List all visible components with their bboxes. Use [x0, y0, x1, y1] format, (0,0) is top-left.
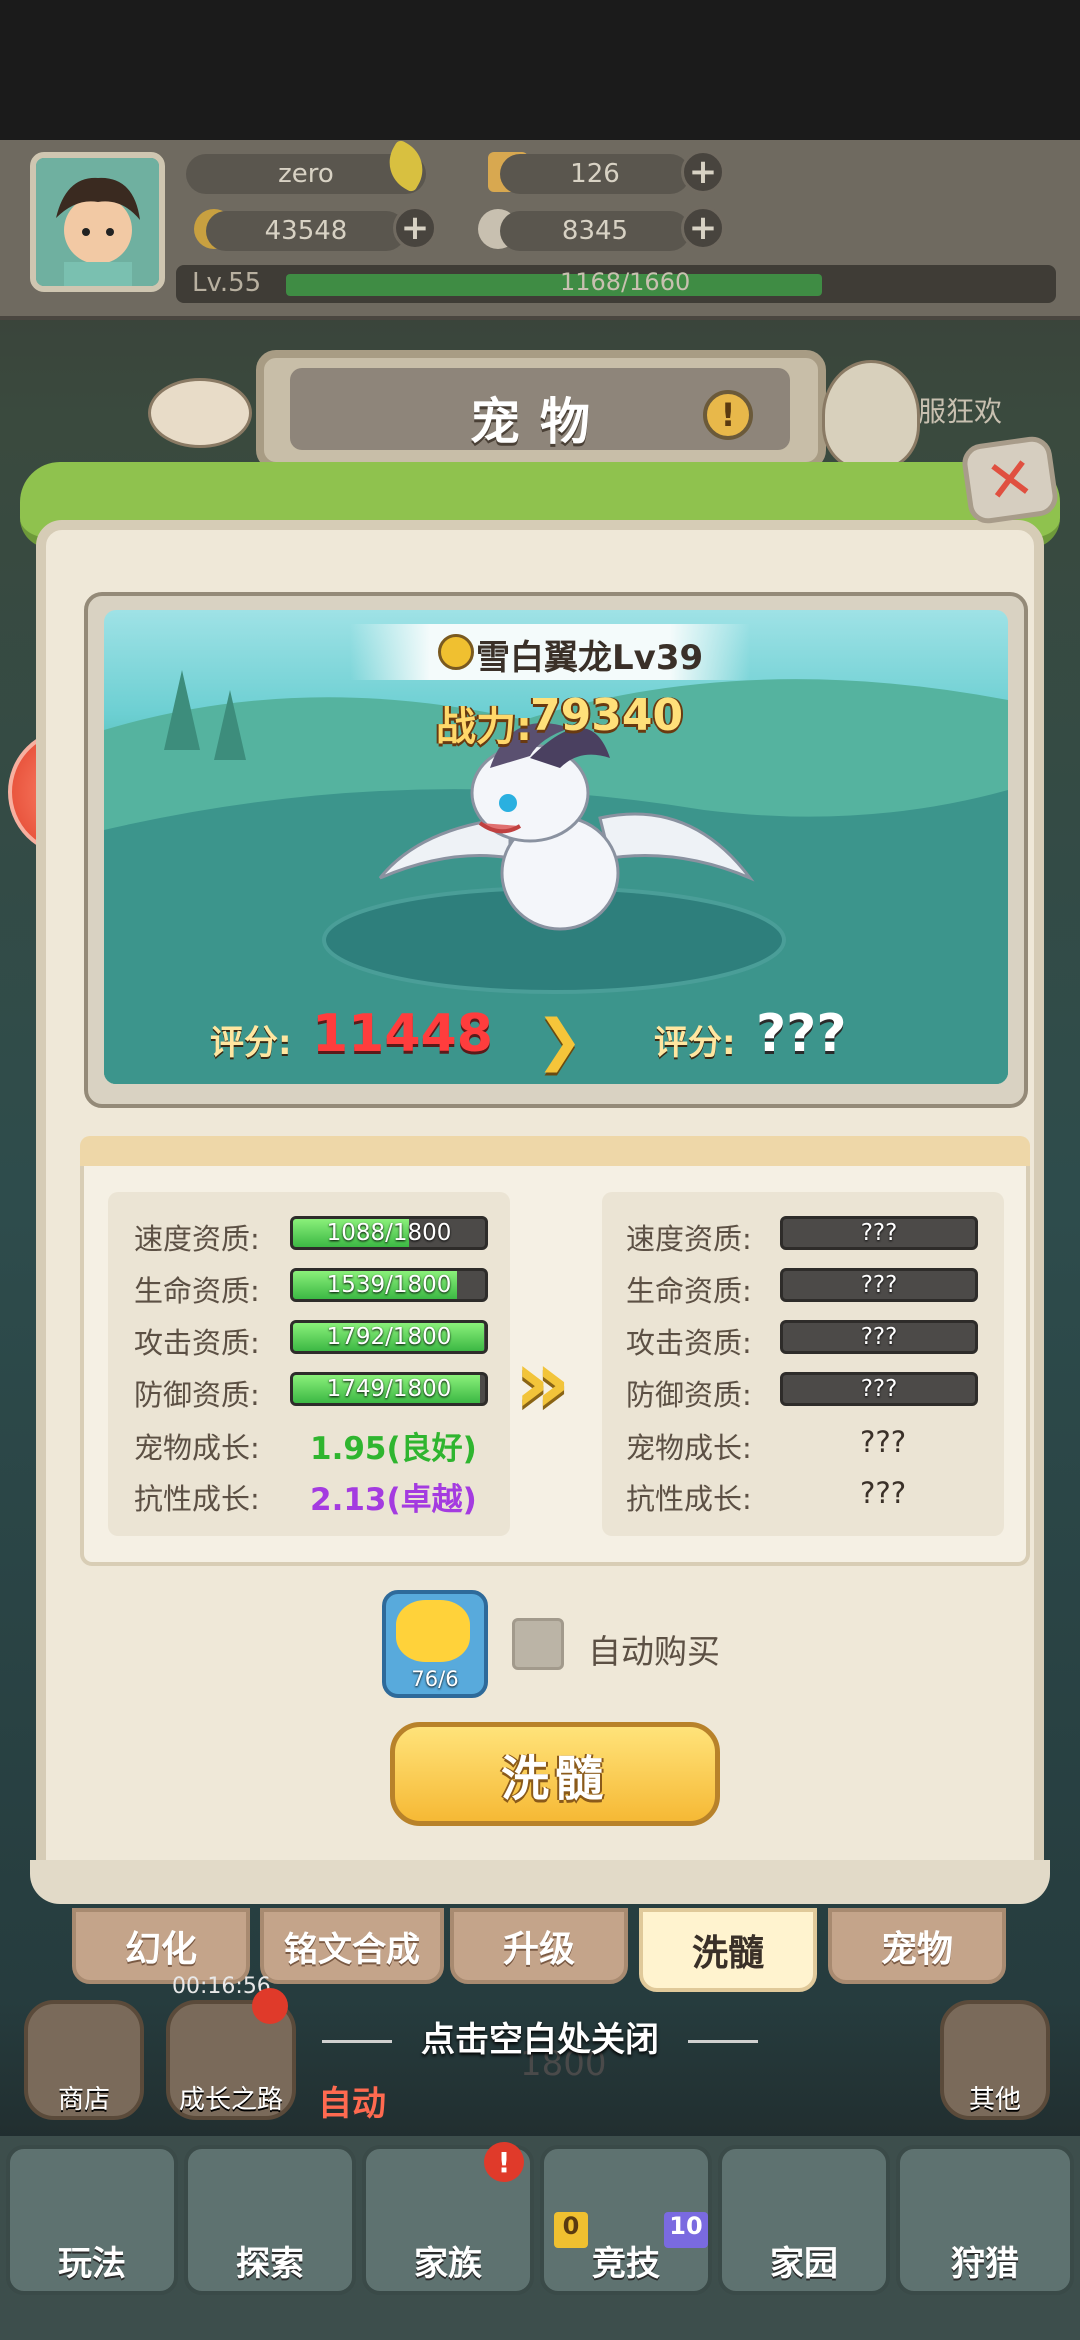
- next-pet-growth-label: 宠物成长:: [626, 1431, 752, 1465]
- item-count: 76/6: [411, 1667, 459, 1691]
- hp-aptitude-value: 1539/1800: [326, 1272, 452, 1298]
- next-resist-growth-label: 抗性成长:: [626, 1482, 752, 1516]
- tab-inscription[interactable]: 铭文合成: [260, 1908, 444, 1984]
- next-pet-growth-value: ???: [860, 1425, 907, 1459]
- family-alert-badge: !: [484, 2142, 524, 2182]
- stats-panel-header: [80, 1136, 1030, 1166]
- speed-aptitude-label: 速度资质:: [134, 1222, 260, 1256]
- score-arrow-icon: ❯: [536, 1008, 583, 1073]
- next-hp-aptitude-bar: ???: [780, 1268, 978, 1302]
- shell-count: 8345: [500, 211, 690, 251]
- ticket-count: 126: [500, 154, 690, 194]
- defense-aptitude-value: 1749/1800: [326, 1376, 452, 1402]
- next-attack-aptitude-bar: ???: [780, 1320, 978, 1354]
- tab-transform[interactable]: 幻化: [72, 1908, 250, 1984]
- exp-text: 1168/1660: [560, 268, 691, 296]
- tab-wash[interactable]: 洗髓: [639, 1908, 817, 1992]
- close-hint[interactable]: 点击空白处关闭: [300, 2012, 780, 2061]
- auto-buy-checkbox[interactable]: [512, 1618, 564, 1670]
- level-label: Lv.55: [192, 268, 262, 298]
- paw-icon: [438, 634, 474, 670]
- next-attack-aptitude-label: 攻击资质:: [626, 1326, 752, 1360]
- next-defense-aptitude-label: 防御资质:: [626, 1378, 752, 1412]
- tab-upgrade[interactable]: 升级: [450, 1908, 628, 1984]
- nav-home[interactable]: 家园: [718, 2145, 890, 2295]
- help-icon[interactable]: !: [703, 390, 753, 440]
- defense-aptitude-label: 防御资质:: [134, 1378, 260, 1412]
- resist-growth-label: 抗性成长:: [134, 1482, 260, 1516]
- resist-growth-value: 2.13(卓越): [310, 1482, 477, 1518]
- pet-name: 雪白翼龙Lv39: [476, 638, 704, 678]
- next-attack-aptitude-value: ???: [860, 1324, 898, 1350]
- next-speed-aptitude-label: 速度资质:: [626, 1222, 752, 1256]
- score-next-value: ???: [756, 1004, 847, 1064]
- modal-panel-bottom: [30, 1860, 1050, 1904]
- hp-aptitude-bar: 1539/1800: [290, 1268, 488, 1302]
- exp-bar-fill: [286, 274, 823, 296]
- next-hp-aptitude-label: 生命资质:: [626, 1274, 752, 1308]
- notification-dot: [252, 1988, 288, 2024]
- nav-play[interactable]: 玩法: [6, 2145, 178, 2295]
- hp-aptitude-label: 生命资质:: [134, 1274, 260, 1308]
- tab-pet[interactable]: 宠物: [828, 1908, 1006, 1984]
- next-defense-aptitude-bar: ???: [780, 1372, 978, 1406]
- nav-hunt[interactable]: 狩猎: [896, 2145, 1074, 2295]
- gold-count: 43548: [206, 211, 406, 251]
- power-label: 战力:: [436, 704, 532, 750]
- next-speed-aptitude-bar: ???: [780, 1216, 978, 1250]
- hint-line-right: [688, 2040, 758, 2043]
- attack-aptitude-bar: 1792/1800: [290, 1320, 488, 1354]
- add-gold-button[interactable]: +: [393, 206, 437, 250]
- wash-button[interactable]: 洗髓: [390, 1722, 720, 1826]
- speed-aptitude-value: 1088/1800: [326, 1220, 452, 1246]
- player-avatar[interactable]: [30, 152, 165, 292]
- add-ticket-button[interactable]: +: [681, 150, 725, 194]
- egg-mascot-icon: [822, 360, 920, 470]
- add-shell-button[interactable]: +: [681, 206, 725, 250]
- next-defense-aptitude-value: ???: [860, 1376, 898, 1402]
- defense-aptitude-bar: 1749/1800: [290, 1372, 488, 1406]
- attack-aptitude-value: 1792/1800: [326, 1324, 452, 1350]
- attack-aptitude-label: 攻击资质:: [134, 1326, 260, 1360]
- next-speed-aptitude-value: ???: [860, 1220, 898, 1246]
- nav-explore[interactable]: 探索: [184, 2145, 356, 2295]
- auto-buy-label[interactable]: 自动购买: [588, 1625, 720, 1673]
- close-icon[interactable]: ✕: [959, 434, 1061, 526]
- boar-mascot-icon: [148, 378, 252, 448]
- score-current-label: 评分:: [210, 1023, 292, 1063]
- next-hp-aptitude-value: ???: [860, 1272, 898, 1298]
- score-next-label: 评分:: [654, 1023, 736, 1063]
- upgrade-arrow-icon: »: [514, 1330, 571, 1433]
- shop-icon[interactable]: 商店: [24, 2000, 144, 2120]
- score-current-value: 11448: [312, 1004, 493, 1064]
- other-icon[interactable]: 其他: [940, 2000, 1050, 2120]
- next-resist-growth-value: ???: [860, 1476, 907, 1510]
- auto-label[interactable]: 自动: [318, 2076, 386, 2125]
- arena-badge-right: 10: [664, 2212, 708, 2248]
- power-value: 79340: [530, 690, 684, 741]
- speed-aptitude-bar: 1088/1800: [290, 1216, 488, 1250]
- flower-icon: [396, 1600, 470, 1662]
- pet-growth-value: 1.95(良好): [310, 1431, 477, 1467]
- pet-growth-label: 宠物成长:: [134, 1431, 260, 1465]
- arena-badge-left: 0: [554, 2212, 588, 2248]
